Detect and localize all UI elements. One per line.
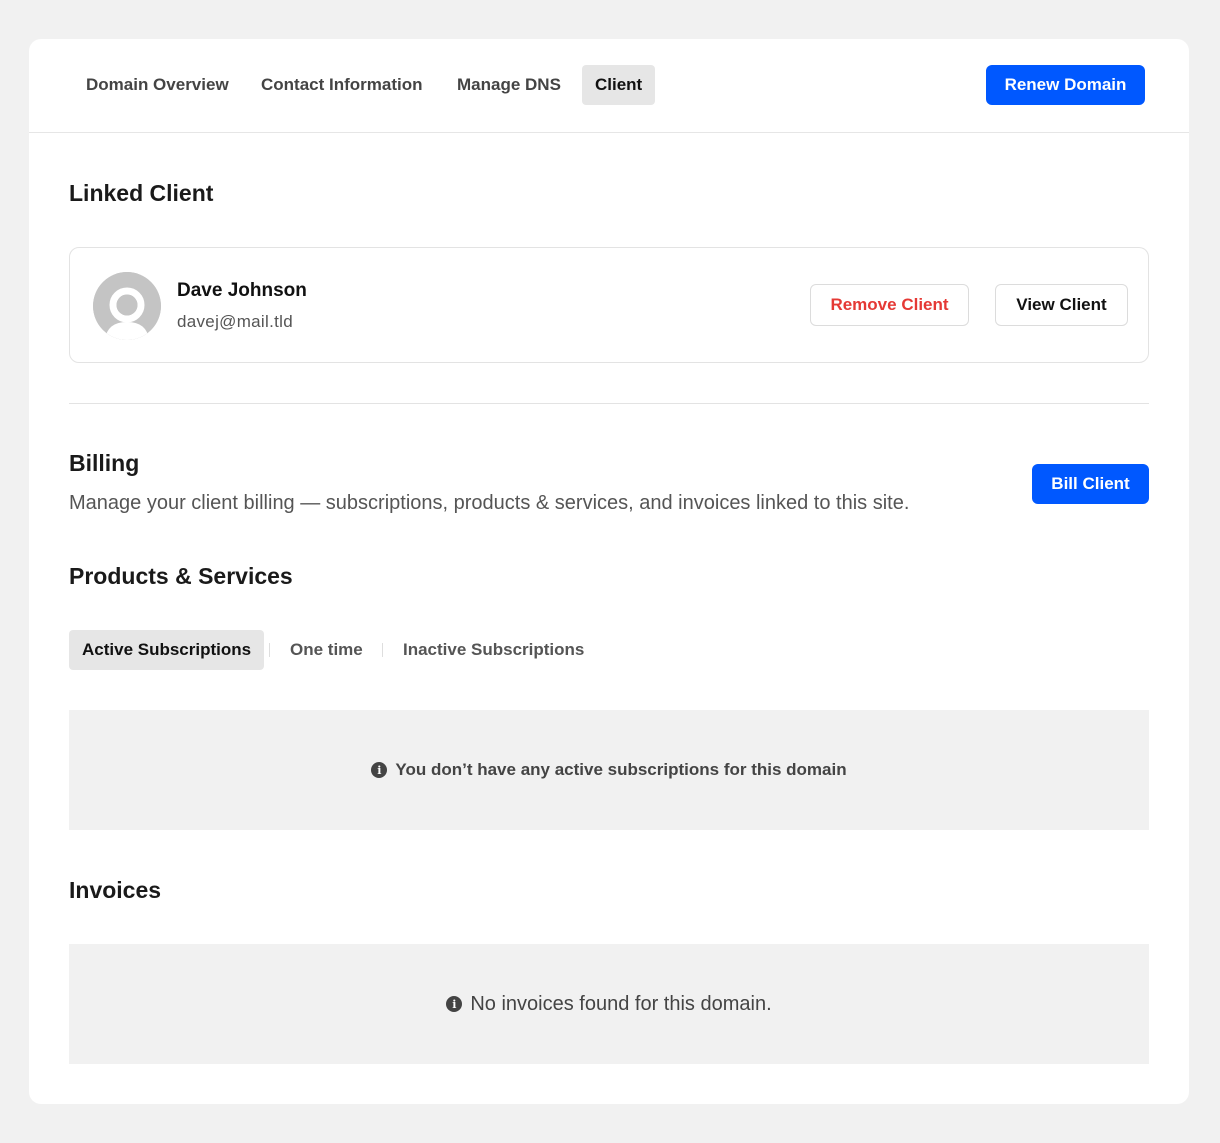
user-placeholder-icon [93, 272, 161, 340]
linked-client-panel: Dave Johnson davej@mail.tld Remove Clien… [69, 247, 1149, 363]
billing-description: Manage your client billing — subscriptio… [69, 492, 910, 514]
avatar [93, 272, 161, 340]
client-name: Dave Johnson [177, 280, 307, 301]
bill-client-button[interactable]: Bill Client [1032, 464, 1149, 504]
domain-client-card: Domain Overview Contact Information Mana… [29, 39, 1189, 1104]
remove-client-button[interactable]: Remove Client [810, 284, 969, 326]
tab-contact-information[interactable]: Contact Information [248, 65, 436, 105]
tab-manage-dns[interactable]: Manage DNS [444, 65, 574, 105]
subscriptions-empty-state: i You don’t have any active subscription… [69, 710, 1149, 830]
invoices-empty-message: No invoices found for this domain. [470, 992, 772, 1015]
tab-inactive-subscriptions[interactable]: Inactive Subscriptions [390, 630, 597, 670]
view-client-button[interactable]: View Client [995, 284, 1128, 326]
linked-client-heading: Linked Client [69, 180, 214, 206]
billing-heading: Billing [69, 450, 140, 476]
section-divider [69, 403, 1149, 404]
invoices-heading: Invoices [69, 877, 162, 903]
tab-separator [269, 643, 270, 657]
tab-domain-overview[interactable]: Domain Overview [73, 65, 242, 105]
client-email: davej@mail.tld [177, 312, 293, 331]
domain-tabs-bar: Domain Overview Contact Information Mana… [29, 39, 1189, 133]
tab-one-time[interactable]: One time [277, 630, 376, 670]
tab-separator [382, 643, 383, 657]
tab-client[interactable]: Client [582, 65, 656, 105]
invoices-empty-state: i No invoices found for this domain. [69, 944, 1149, 1064]
info-icon: i [446, 996, 463, 1012]
products-services-heading: Products & Services [69, 563, 293, 589]
subscriptions-empty-message: You don’t have any active subscriptions … [395, 760, 847, 779]
tab-active-subscriptions[interactable]: Active Subscriptions [69, 630, 265, 670]
renew-domain-button[interactable]: Renew Domain [986, 65, 1145, 105]
info-icon: i [371, 762, 388, 778]
